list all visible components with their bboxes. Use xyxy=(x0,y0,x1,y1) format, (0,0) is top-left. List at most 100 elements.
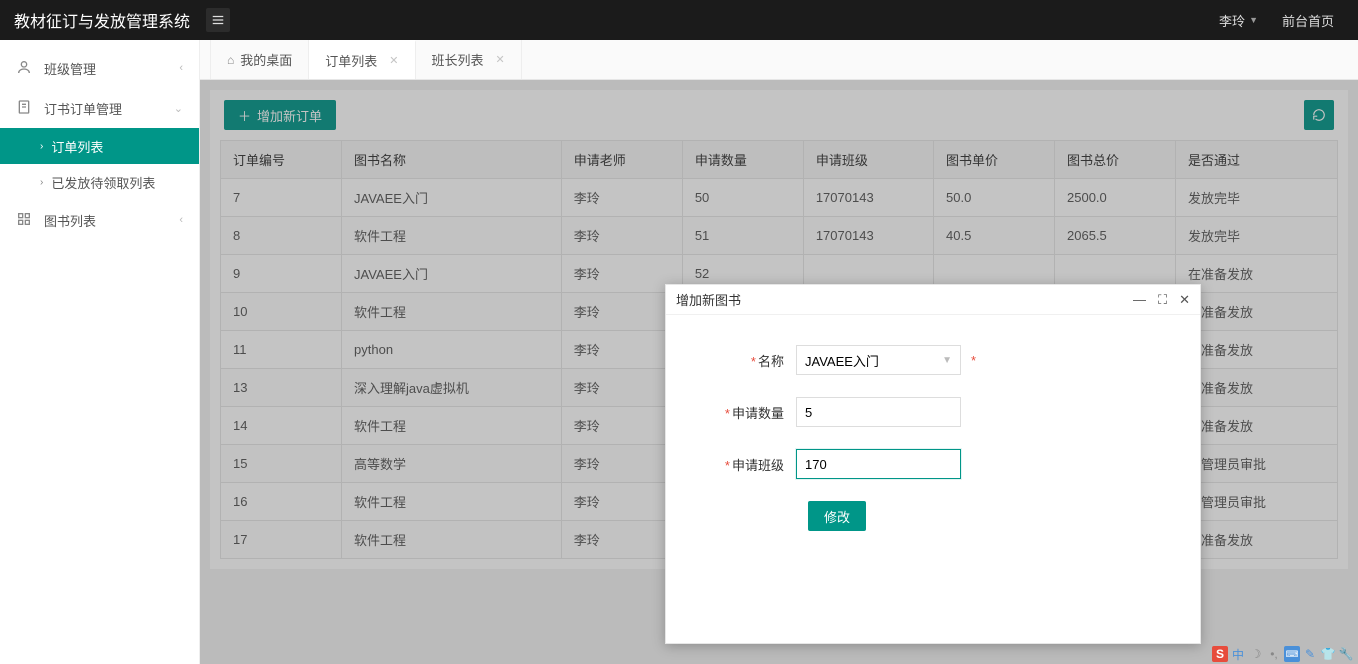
cell-status: 发放完毕 xyxy=(1176,217,1338,255)
cell-id: 11 xyxy=(221,331,342,369)
sidebar-item-pending-list[interactable]: › 已发放待领取列表 xyxy=(0,164,199,200)
tray-icon[interactable]: 中 xyxy=(1230,646,1246,662)
cell-id: 17 xyxy=(221,521,342,559)
cell-book: 高等数学 xyxy=(342,445,562,483)
table-header-row: 订单编号 图书名称 申请老师 申请数量 申请班级 图书单价 图书总价 是否通过 xyxy=(221,141,1338,179)
col-teacher: 申请老师 xyxy=(561,141,682,179)
tray-icon[interactable]: 🔧 xyxy=(1338,646,1354,662)
table-row[interactable]: 7JAVAEE入门李玲501707014350.02500.0发放完毕 xyxy=(221,179,1338,217)
cell-class: 17070143 xyxy=(803,179,933,217)
system-tray: S 中 ☽ •, ⌨ ✎ 👕 🔧 xyxy=(1208,644,1358,664)
cell-book: JAVAEE入门 xyxy=(342,179,562,217)
col-total: 图书总价 xyxy=(1055,141,1176,179)
sidebar-label: 订书订单管理 xyxy=(44,99,122,118)
add-order-button[interactable]: ＋ 增加新订单 xyxy=(224,100,336,130)
sidebar-item-order-list[interactable]: › 订单列表 xyxy=(0,128,199,164)
home-icon: ⌂ xyxy=(227,53,234,67)
plus-icon: ＋ xyxy=(238,106,251,125)
select-value: JAVAEE入门 xyxy=(805,351,879,370)
table-row[interactable]: 8软件工程李玲511707014340.52065.5发放完毕 xyxy=(221,217,1338,255)
refresh-icon xyxy=(1312,108,1326,122)
col-class: 申请班级 xyxy=(803,141,933,179)
close-icon[interactable]: ✕ xyxy=(1179,292,1190,308)
frontend-home-link[interactable]: 前台首页 xyxy=(1282,11,1334,30)
cell-status: 发放完毕 xyxy=(1176,179,1338,217)
chevron-right-icon: › xyxy=(40,141,43,152)
menu-toggle-button[interactable] xyxy=(206,8,230,32)
cell-book: 深入理解java虚拟机 xyxy=(342,369,562,407)
modal-header[interactable]: 增加新图书 — ⛶ ✕ xyxy=(666,285,1200,315)
cell-book: python xyxy=(342,331,562,369)
refresh-button[interactable] xyxy=(1304,100,1334,130)
minimize-icon[interactable]: — xyxy=(1133,292,1146,308)
class-label: *申请班级 xyxy=(686,455,796,474)
app-title: 教材征订与发放管理系统 xyxy=(14,8,190,32)
tray-icon[interactable]: ✎ xyxy=(1302,646,1318,662)
tab-label: 订单列表 xyxy=(325,51,377,70)
close-icon[interactable]: ✕ xyxy=(496,53,505,66)
tray-icon[interactable]: ☽ xyxy=(1248,646,1264,662)
add-book-modal: 增加新图书 — ⛶ ✕ *名称 JAVAEE入门 ▼ * *申请数量 *申请班级… xyxy=(665,284,1201,644)
sidebar-sub-label: 订单列表 xyxy=(51,137,103,156)
sidebar-label: 班级管理 xyxy=(44,59,96,78)
chevron-left-icon: ‹ xyxy=(179,214,183,226)
chevron-right-icon: › xyxy=(40,177,43,188)
tray-icon[interactable]: S xyxy=(1212,646,1228,662)
cell-id: 14 xyxy=(221,407,342,445)
modal-title: 增加新图书 xyxy=(676,290,1133,309)
top-bar: 教材征订与发放管理系统 李玲 ▼ 前台首页 xyxy=(0,0,1358,40)
submit-button[interactable]: 修改 xyxy=(808,501,866,531)
document-icon xyxy=(16,99,34,118)
col-price: 图书单价 xyxy=(934,141,1055,179)
sidebar-item-order-mgmt[interactable]: 订书订单管理 ⌄ xyxy=(0,88,199,128)
sidebar-sub-label: 已发放待领取列表 xyxy=(51,173,155,192)
cell-book: 软件工程 xyxy=(342,293,562,331)
cell-price: 50.0 xyxy=(934,179,1055,217)
cell-book: 软件工程 xyxy=(342,217,562,255)
tab-bar: ⌂ 我的桌面 订单列表 ✕ 班长列表 ✕ xyxy=(200,40,1358,80)
cell-book: 软件工程 xyxy=(342,407,562,445)
required-marker: * xyxy=(971,353,976,368)
qty-label: *申请数量 xyxy=(686,403,796,422)
sidebar-item-class-mgmt[interactable]: 班级管理 ‹ xyxy=(0,48,199,88)
book-name-select[interactable]: JAVAEE入门 ▼ xyxy=(796,345,961,375)
user-menu[interactable]: 李玲 ▼ xyxy=(1219,11,1258,30)
tray-icon[interactable]: ⌨ xyxy=(1284,646,1300,662)
tray-icon[interactable]: 👕 xyxy=(1320,646,1336,662)
qty-input[interactable] xyxy=(796,397,961,427)
cell-id: 13 xyxy=(221,369,342,407)
tab-label: 我的桌面 xyxy=(240,50,292,69)
form-row-class: *申请班级 xyxy=(686,449,1180,479)
cell-id: 15 xyxy=(221,445,342,483)
user-name: 李玲 xyxy=(1219,11,1245,30)
tab-home[interactable]: ⌂ 我的桌面 xyxy=(210,40,309,79)
cell-qty: 50 xyxy=(682,179,803,217)
col-status: 是否通过 xyxy=(1176,141,1338,179)
cell-id: 8 xyxy=(221,217,342,255)
tray-icon[interactable]: •, xyxy=(1266,646,1282,662)
button-label: 增加新订单 xyxy=(257,106,322,125)
cell-total: 2065.5 xyxy=(1055,217,1176,255)
maximize-icon[interactable]: ⛶ xyxy=(1158,292,1167,308)
tab-leaders[interactable]: 班长列表 ✕ xyxy=(416,40,522,79)
modal-body: *名称 JAVAEE入门 ▼ * *申请数量 *申请班级 修改 xyxy=(666,315,1200,561)
chevron-down-icon: ⌄ xyxy=(174,102,183,115)
cell-id: 9 xyxy=(221,255,342,293)
user-icon xyxy=(16,59,34,78)
class-input[interactable] xyxy=(796,449,961,479)
cell-price: 40.5 xyxy=(934,217,1055,255)
chevron-left-icon: ‹ xyxy=(179,62,183,74)
action-bar: ＋ 增加新订单 xyxy=(220,100,1338,140)
col-qty: 申请数量 xyxy=(682,141,803,179)
form-row-qty: *申请数量 xyxy=(686,397,1180,427)
cell-id: 7 xyxy=(221,179,342,217)
name-label: *名称 xyxy=(686,351,796,370)
sidebar-label: 图书列表 xyxy=(44,211,96,230)
sidebar-item-book-list[interactable]: 图书列表 ‹ xyxy=(0,200,199,240)
grid-icon xyxy=(16,211,34,230)
tab-orders[interactable]: 订单列表 ✕ xyxy=(309,40,415,79)
close-icon[interactable]: ✕ xyxy=(389,54,398,67)
dropdown-icon: ▼ xyxy=(1249,15,1258,25)
tab-label: 班长列表 xyxy=(432,50,484,69)
cell-teacher: 李玲 xyxy=(561,179,682,217)
